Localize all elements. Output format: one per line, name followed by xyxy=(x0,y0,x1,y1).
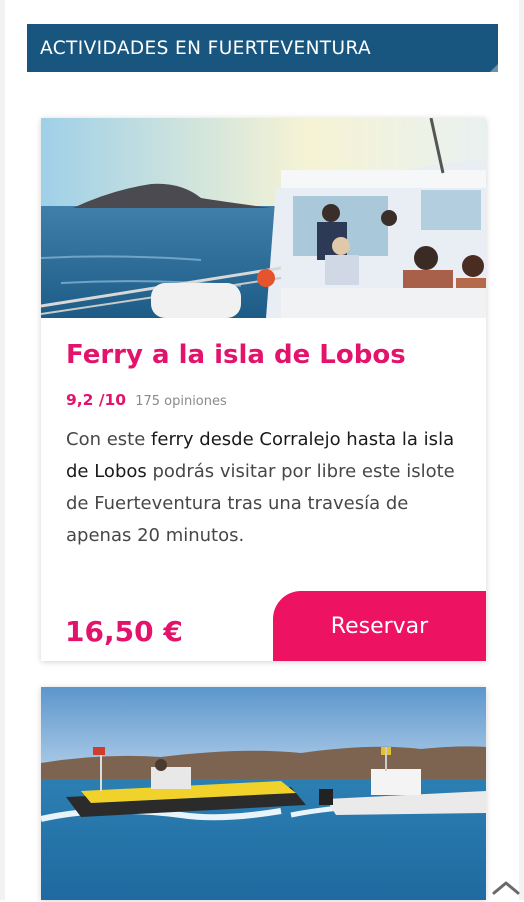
rating-score: 9,2 /10 xyxy=(66,391,127,409)
ferry-photo[interactable] xyxy=(41,118,486,318)
section-header: ACTIVIDADES EN FUERTEVENTURA xyxy=(27,24,498,72)
speedboat-photo[interactable] xyxy=(41,687,486,900)
activity-card-ferry[interactable]: Ferry a la isla de Lobos 9,2 /10 175 opi… xyxy=(41,118,486,661)
header-corner xyxy=(490,64,498,72)
activity-card-speedboat[interactable] xyxy=(41,687,486,900)
chevron-up-icon xyxy=(492,881,520,895)
reserve-button[interactable]: Reservar xyxy=(273,591,486,661)
review-count: 175 opiniones xyxy=(135,394,227,409)
section-title: ACTIVIDADES EN FUERTEVENTURA xyxy=(40,37,372,59)
page-edge-left xyxy=(0,0,5,900)
price: 16,50 € xyxy=(65,615,183,648)
page-edge-right xyxy=(519,0,524,900)
card-description: Con este ferry desde Corralejo hasta la … xyxy=(66,424,466,552)
description-text: Con este xyxy=(66,429,152,450)
scroll-to-top-button[interactable] xyxy=(490,876,522,898)
rating-row: 9,2 /10 175 opiniones xyxy=(66,390,227,409)
card-title[interactable]: Ferry a la isla de Lobos xyxy=(66,340,406,370)
